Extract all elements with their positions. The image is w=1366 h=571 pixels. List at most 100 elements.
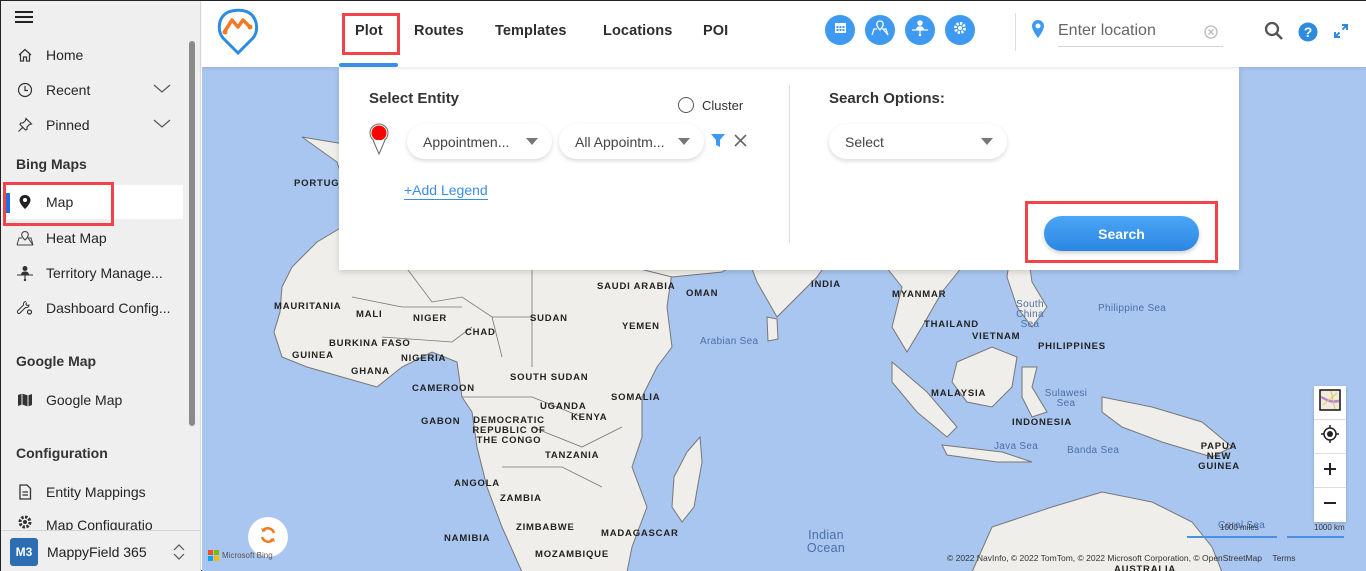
map-controls xyxy=(1314,386,1346,522)
zoom-out-button[interactable] xyxy=(1314,488,1346,522)
sidebar-item-map-configuration[interactable]: Map Configuratio xyxy=(1,510,183,530)
expand-icon[interactable] xyxy=(1333,23,1349,44)
search-icon[interactable] xyxy=(1264,21,1284,46)
search-options-dropdown[interactable]: Select xyxy=(829,124,1007,159)
tab-locations[interactable]: Locations xyxy=(603,23,672,39)
app-badge: M3 xyxy=(10,537,38,566)
panel-divider xyxy=(789,85,790,243)
search-button[interactable]: Search xyxy=(1044,216,1199,251)
map-label: KENYA xyxy=(571,412,608,423)
map-style-button[interactable] xyxy=(1314,386,1346,420)
sidebar-item-map[interactable]: Map xyxy=(1,185,183,219)
sidebar-scrollbar[interactable] xyxy=(189,41,195,426)
chevron-down-icon[interactable] xyxy=(153,82,171,98)
map-label: UGANDA xyxy=(540,401,587,412)
location-input[interactable] xyxy=(1058,15,1223,47)
territory-icon xyxy=(911,19,929,42)
map-label: ZIMBABWE xyxy=(516,522,575,533)
add-legend-link[interactable]: +Add Legend xyxy=(404,182,488,200)
scale-bar-km xyxy=(1287,536,1344,538)
map-label: SOMALIA xyxy=(611,392,661,403)
sidebar-item-label: Map Configuratio xyxy=(46,517,153,530)
filter-icon[interactable] xyxy=(711,134,725,153)
terms-link[interactable]: Terms xyxy=(1272,553,1295,563)
sidebar: Home Recent Pinned Bing Maps Map Heat Ma… xyxy=(1,1,201,571)
map-label: MALI xyxy=(356,309,383,320)
sidebar-item-label: Dashboard Config... xyxy=(46,300,171,316)
sea-label: Banda Sea xyxy=(1067,445,1120,456)
map-label: MALAYSIA xyxy=(931,388,987,399)
sea-label: Philippine Sea xyxy=(1098,303,1167,314)
sidebar-item-label: Home xyxy=(46,47,84,63)
map-label: PHILIPPINES xyxy=(1038,341,1106,352)
clear-input-icon[interactable] xyxy=(1204,25,1218,44)
zoom-in-button[interactable] xyxy=(1314,454,1346,488)
sidebar-item-home[interactable]: Home xyxy=(1,38,183,72)
map-label: NIGERIA xyxy=(401,353,447,364)
map-label: SUDAN xyxy=(530,313,568,324)
legend-marker-icon[interactable] xyxy=(368,123,390,160)
calendar-button[interactable] xyxy=(825,15,855,45)
map-marker-icon xyxy=(15,194,35,210)
view-dropdown[interactable]: All Appointm... xyxy=(559,124,704,159)
heat-map-icon xyxy=(15,230,35,246)
help-icon[interactable]: ? xyxy=(1298,22,1318,47)
map-attribution: © 2022 NavInfo, © 2022 TomTom, © 2022 Mi… xyxy=(947,553,1296,563)
sidebar-item-label: Map xyxy=(46,194,74,210)
select-entity-title: Select Entity xyxy=(369,90,460,107)
map-location-button[interactable] xyxy=(865,15,895,45)
sidebar-item-heat-map[interactable]: Heat Map xyxy=(1,221,183,255)
map-label: YEMEN xyxy=(622,321,660,332)
cluster-radio[interactable] xyxy=(678,97,694,113)
map-label: GHANA xyxy=(351,366,390,377)
minus-icon xyxy=(1324,496,1336,514)
wrench-gear-icon xyxy=(15,300,35,316)
tab-poi[interactable]: POI xyxy=(703,23,728,39)
sidebar-item-entity-mappings[interactable]: Entity Mappings xyxy=(1,475,183,509)
sidebar-item-label: Pinned xyxy=(46,117,90,133)
sidebar-item-territory-manager[interactable]: Territory Manage... xyxy=(1,256,183,290)
map-label: OMAN xyxy=(686,288,719,299)
sea-label: Arabian Sea xyxy=(700,336,759,347)
territory-button[interactable] xyxy=(905,15,935,45)
locate-me-button[interactable] xyxy=(1314,420,1346,454)
map-label: INDIA xyxy=(811,279,841,290)
sidebar-item-label: Heat Map xyxy=(46,230,107,246)
sidebar-item-pinned[interactable]: Pinned xyxy=(1,108,183,142)
refresh-icon xyxy=(259,526,277,549)
map-label: CAMEROON xyxy=(412,383,475,394)
tab-routes[interactable]: Routes xyxy=(414,23,464,39)
section-title-configuration: Configuration xyxy=(16,445,108,461)
map-label: NAMIBIA xyxy=(444,533,491,544)
map-label: MOZAMBIQUE xyxy=(535,549,609,560)
target-icon xyxy=(1321,425,1339,448)
scale-km: 1000 km xyxy=(1314,523,1345,532)
app-switcher[interactable]: M3 MappyField 365 xyxy=(1,530,200,571)
sea-label: Sulawesi Sea xyxy=(1044,388,1088,409)
sidebar-item-label: Recent xyxy=(46,82,91,98)
plus-icon xyxy=(1324,462,1336,480)
settings-button[interactable] xyxy=(945,15,975,45)
tab-templates[interactable]: Templates xyxy=(495,23,567,39)
map-label: VIETNAM xyxy=(972,331,1021,342)
sidebar-item-dashboard-config[interactable]: Dashboard Config... xyxy=(1,291,183,325)
sidebar-item-recent[interactable]: Recent xyxy=(1,73,183,107)
map-label: CHAD xyxy=(465,327,496,338)
map-label: MADAGASCAR xyxy=(601,528,679,539)
entity-dropdown[interactable]: Appointmen... xyxy=(407,124,552,159)
hamburger-menu-button[interactable] xyxy=(15,11,33,23)
chevron-down-icon[interactable] xyxy=(153,117,171,133)
chevron-up-down-icon[interactable] xyxy=(172,542,186,567)
tab-plot[interactable]: Plot xyxy=(355,23,383,39)
caret-down-icon xyxy=(981,138,993,145)
sidebar-item-google-map[interactable]: Google Map xyxy=(1,383,183,417)
location-pin-icon xyxy=(1031,19,1045,44)
sea-label: Java Sea xyxy=(994,441,1039,452)
map-label: PAPUA NEW GUINEA xyxy=(1198,441,1240,472)
search-options-title: Search Options: xyxy=(829,90,945,107)
divider xyxy=(1015,13,1016,51)
folded-map-icon xyxy=(15,392,35,408)
document-icon xyxy=(15,484,35,500)
map-label: SAUDI ARABIA xyxy=(597,281,676,292)
remove-icon[interactable] xyxy=(734,134,747,152)
